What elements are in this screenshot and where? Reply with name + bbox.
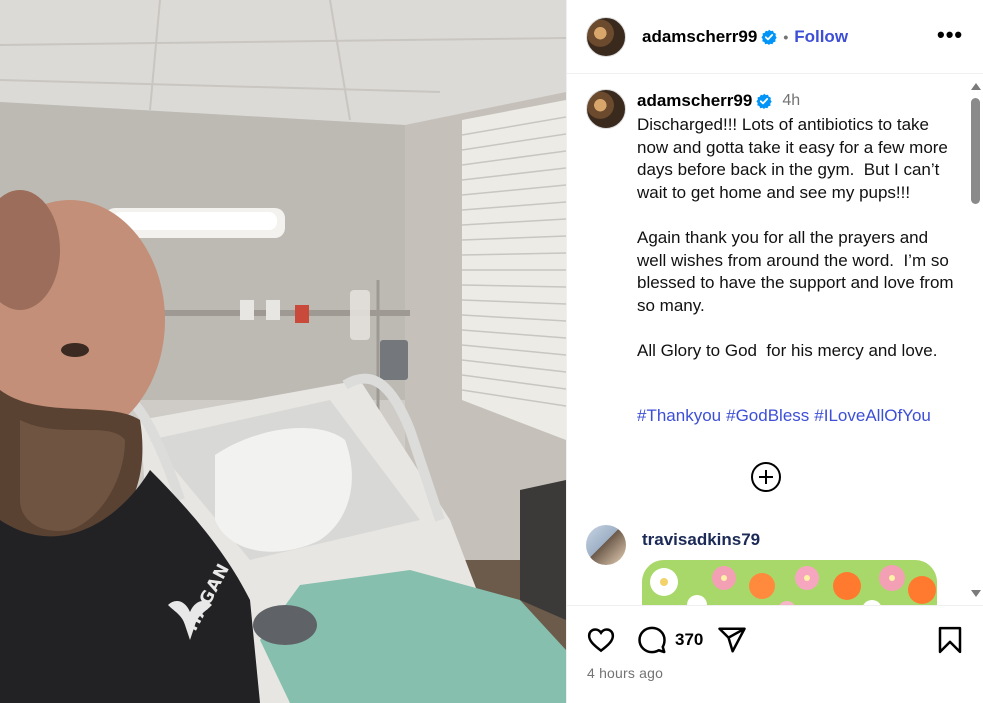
plus-circle-icon[interactable] xyxy=(751,462,781,492)
caption-user-row: adamscherr99 4h xyxy=(637,91,800,111)
bookmark-icon[interactable] xyxy=(935,625,965,655)
header-user-row: adamscherr99 • Follow xyxy=(642,27,848,47)
comment-count: 370 xyxy=(675,630,704,649)
commenter-avatar[interactable] xyxy=(586,525,626,565)
hashtag-link[interactable]: #GodBless xyxy=(726,406,809,426)
post-actions: 370 4 hours ago xyxy=(567,605,983,703)
hashtag-list: #Thankyou #GodBless #ILoveAllOfYou xyxy=(637,406,931,426)
separator-dot: • xyxy=(783,29,789,45)
verified-badge-icon xyxy=(756,93,773,109)
verified-badge-icon xyxy=(761,29,778,45)
scroll-thumb[interactable] xyxy=(971,98,980,204)
comment-icon[interactable] xyxy=(637,625,667,655)
scroll-down-arrow-icon[interactable] xyxy=(971,590,981,597)
comments-scrollbar[interactable] xyxy=(968,78,982,603)
post-timestamp[interactable]: 4 hours ago xyxy=(587,665,663,681)
caption-username[interactable]: adamscherr99 xyxy=(637,91,752,111)
caption-text: Discharged!!! Lots of antibiotics to tak… xyxy=(637,115,954,360)
hospital-selfie-image xyxy=(0,0,566,703)
paper-plane-icon[interactable] xyxy=(717,625,747,655)
comments-section[interactable]: adamscherr99 4h Discharged!!! Lots of an… xyxy=(567,75,983,605)
heart-icon[interactable] xyxy=(586,625,616,655)
more-options-icon[interactable]: ••• xyxy=(937,24,963,46)
hashtag-link[interactable]: #ILoveAllOfYou xyxy=(814,406,931,426)
post-photo[interactable]: HAGAN xyxy=(0,0,566,703)
commenter-username[interactable]: travisadkins79 xyxy=(642,530,760,550)
scroll-up-arrow-icon[interactable] xyxy=(971,83,981,90)
post-header: adamscherr99 • Follow ••• xyxy=(567,0,983,74)
caption-time[interactable]: 4h xyxy=(782,92,800,110)
hashtag-link[interactable]: #Thankyou xyxy=(637,406,721,426)
caption-author-avatar[interactable] xyxy=(586,89,626,129)
author-avatar[interactable] xyxy=(586,17,626,57)
comment-sticker-image xyxy=(642,560,937,605)
author-username[interactable]: adamscherr99 xyxy=(642,27,757,47)
follow-button[interactable]: Follow xyxy=(794,27,848,47)
post-sidebar: adamscherr99 • Follow ••• adamscherr99 4… xyxy=(566,0,983,703)
